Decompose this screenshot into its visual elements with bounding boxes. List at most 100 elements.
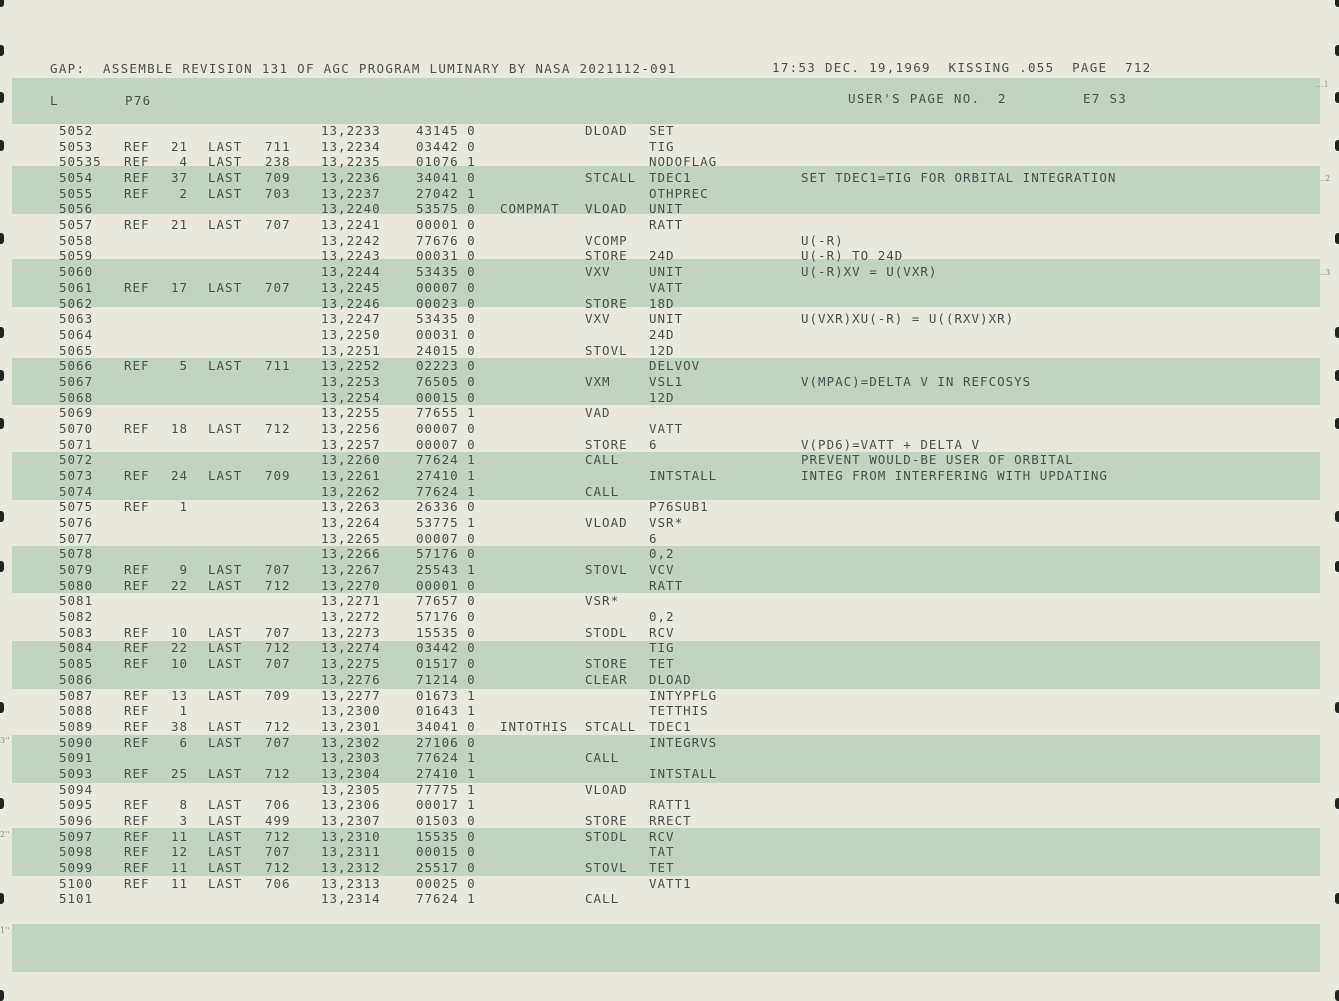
table-row: 5057 REF 21 LAST 707 13,2241 00001 0 RATT: [0, 218, 1339, 234]
octal-word: 53435 0: [416, 311, 476, 327]
line-number: 5100: [59, 875, 94, 891]
ref-count: 37: [170, 170, 188, 185]
opcode: STOVL: [585, 562, 628, 577]
table-row: 5053 REF 21 LAST 711 13,2234 03442 0 TIG: [0, 138, 1339, 156]
memory-address: 13,2310: [321, 828, 381, 844]
octal-word: 27410 1: [416, 468, 476, 483]
octal-word: 25543 1: [416, 562, 476, 577]
operand: NODOFLAG: [649, 154, 718, 170]
octal-word: 53575 0: [416, 201, 476, 217]
opcode: VXM: [585, 373, 611, 389]
last-page: 712: [265, 718, 291, 734]
ref-keyword: REF: [124, 138, 150, 154]
table-row: 50535 REF 4 LAST 238 13,2235 01076 1 NODOFLAG: [0, 155, 1339, 171]
octal-word: 77624 1: [416, 452, 476, 468]
memory-address: 13,2301: [321, 718, 381, 734]
table-row: 5084 REF 22 LAST 712 13,2274 03442 0 TIG: [0, 641, 1339, 657]
memory-address: 13,2241: [321, 217, 381, 233]
line-number: 5059: [59, 248, 94, 264]
comment: U(-R) TO 24D: [801, 248, 904, 264]
opcode: STODL: [585, 624, 628, 640]
ref-count: 24: [170, 468, 188, 483]
octal-word: 03442 0: [416, 138, 476, 154]
operand: RATT: [649, 577, 684, 593]
ref-count: 38: [170, 718, 188, 734]
line-number: 5064: [59, 326, 94, 342]
table-row: 5074 13,2262 77624 1 CALL: [0, 483, 1339, 501]
octal-word: 27410 1: [416, 765, 476, 781]
line-number: 5098: [59, 844, 94, 860]
memory-address: 13,2304: [321, 765, 381, 781]
octal-word: 27106 0: [416, 734, 476, 750]
line-number: 5060: [59, 264, 94, 280]
last-page: 707: [265, 217, 291, 233]
operand: TET: [649, 860, 675, 875]
opcode: VXV: [585, 311, 611, 327]
line-number: 5086: [59, 671, 94, 687]
operand: 24D: [649, 326, 675, 342]
table-row: 5064 13,2250 00031 0 24D: [0, 326, 1339, 344]
octal-word: 01076 1: [416, 154, 476, 170]
memory-address: 13,2314: [321, 891, 381, 907]
table-row: 5054 REF 37 LAST 709 13,2236 34041 0 STCALL TDEC…: [0, 171, 1339, 187]
memory-address: 13,2271: [321, 593, 381, 609]
ref-count: 8: [179, 797, 188, 813]
last-keyword: LAST: [208, 718, 243, 734]
ref-keyword: REF: [124, 844, 150, 860]
table-row: 5083 REF 10 LAST 707 13,2273 15535 0 STODL RCV: [0, 624, 1339, 642]
last-keyword: LAST: [208, 420, 243, 436]
ref-keyword: REF: [124, 217, 150, 233]
octal-word: 03442 0: [416, 640, 476, 656]
octal-word: 00015 0: [416, 844, 476, 860]
octal-word: 76505 0: [416, 373, 476, 389]
margin-mark: 1'': [0, 926, 10, 935]
octal-word: 77624 1: [416, 750, 476, 766]
memory-address: 13,2245: [321, 279, 381, 295]
line-number: 5084: [59, 640, 94, 656]
memory-address: 13,2262: [321, 483, 381, 499]
memory-address: 13,2313: [321, 875, 381, 891]
octal-word: 27042 1: [416, 185, 476, 201]
table-row: 5086 13,2276 71214 0 CLEAR DLOAD: [0, 671, 1339, 689]
ref-count: 6: [179, 734, 188, 750]
table-row: 5089 REF 38 LAST 712 13,2301 34041 0 INTOTHIS ST…: [0, 718, 1339, 736]
table-row: 5079 REF 9 LAST 707 13,2267 25543 1 STOVL VCV: [0, 563, 1339, 579]
ref-keyword: REF: [124, 185, 150, 201]
feed-hole-icon: [0, 990, 4, 1001]
operand: RCV: [649, 828, 675, 844]
ref-keyword: REF: [124, 734, 150, 750]
ref-keyword: REF: [124, 468, 150, 483]
table-row: 5075 REF 1 13,2263 26336 0 P76SUB1: [0, 500, 1339, 516]
last-keyword: LAST: [208, 217, 243, 233]
listing-page: ...1 ..2 ..3 3'' 2'' 1'' GAP: ASSEMBLE R…: [0, 0, 1339, 1001]
octal-word: 02223 0: [416, 358, 476, 374]
ref-count: 1: [179, 703, 188, 719]
last-keyword: LAST: [208, 624, 243, 640]
line-number: 5058: [59, 232, 94, 248]
ref-keyword: REF: [124, 640, 150, 656]
operand: TET: [649, 656, 675, 672]
line-number: 5087: [59, 687, 94, 703]
operand: INTYPFLG: [649, 687, 718, 703]
opcode: STORE: [585, 248, 628, 264]
operand: 0,2: [649, 546, 675, 562]
memory-address: 13,2303: [321, 750, 381, 766]
line-number: 5089: [59, 718, 94, 734]
ref-keyword: REF: [124, 875, 150, 891]
ref-count: 1: [179, 499, 188, 515]
operand: 18D: [649, 295, 675, 311]
operand: TAT: [649, 844, 675, 860]
ref-keyword: REF: [124, 420, 150, 436]
last-keyword: LAST: [208, 860, 243, 875]
ref-count: 10: [170, 624, 188, 640]
line-number: 5101: [59, 891, 94, 907]
ref-count: 21: [170, 138, 188, 154]
last-page: 712: [265, 420, 291, 436]
memory-address: 13,2312: [321, 860, 381, 875]
table-row: 5073 REF 24 LAST 709 13,2261 27410 1 INTSTALL IN…: [0, 469, 1339, 485]
line-number: 5095: [59, 797, 94, 813]
octal-word: 15535 0: [416, 828, 476, 844]
operand: TIG: [649, 138, 675, 154]
ref-keyword: REF: [124, 279, 150, 295]
table-row: 5096 REF 3 LAST 499 13,2307 01503 0 STORE RRECT: [0, 813, 1339, 830]
